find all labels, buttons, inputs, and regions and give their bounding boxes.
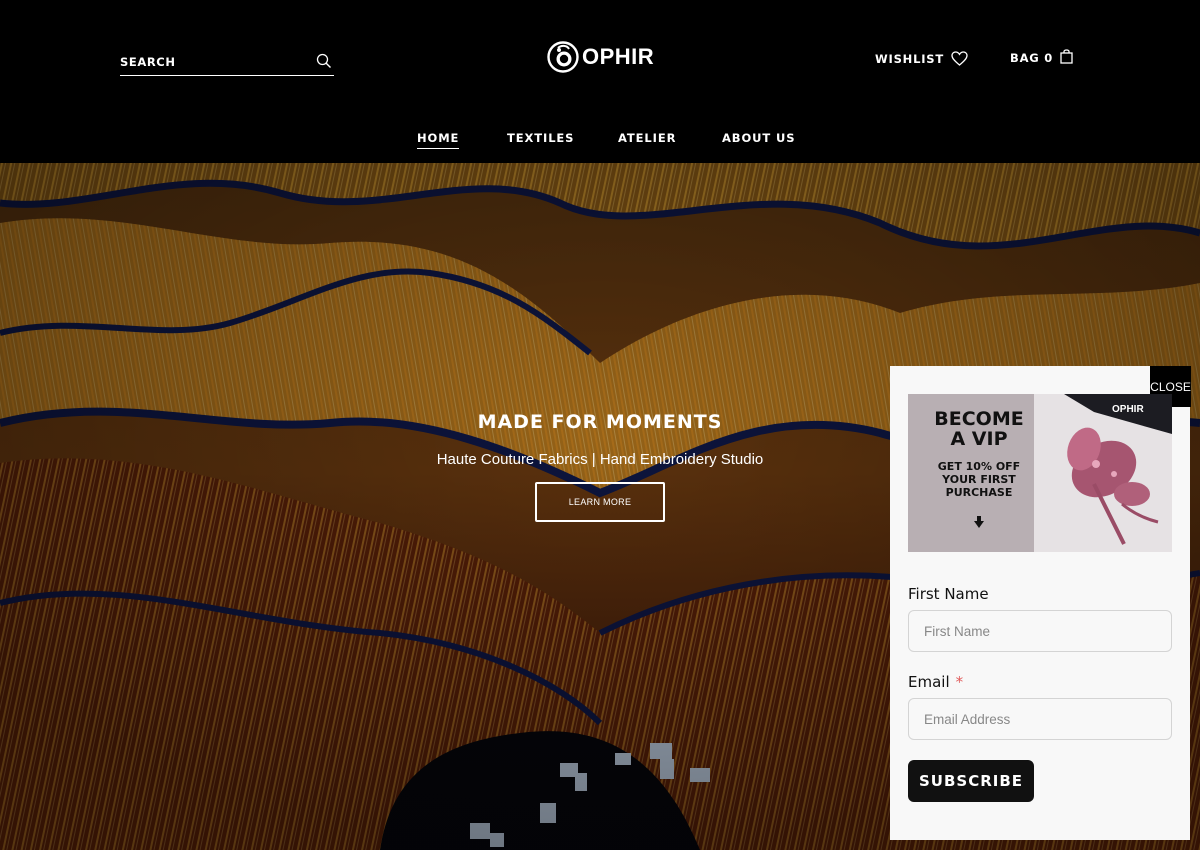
bag-label: BAG 0 [1010, 51, 1054, 65]
nav-item-home[interactable]: HOME [417, 131, 460, 149]
site-header: OPHIR WISHLIST BAG 0 HOME TEXTILES ATELI… [0, 0, 1200, 163]
required-asterisk: * [955, 673, 964, 691]
svg-text:OPHIR: OPHIR [1112, 404, 1144, 415]
search-icon[interactable] [316, 53, 332, 69]
promo-offer-text: GET 10% OFF YOUR FIRST PURCHASE [937, 460, 1021, 499]
first-name-field[interactable] [908, 610, 1172, 652]
shopping-bag-icon [1060, 48, 1073, 64]
logo-mark-icon [547, 41, 579, 73]
subscribe-button[interactable]: SUBSCRIBE [908, 760, 1034, 802]
arrow-down-icon [974, 516, 984, 528]
first-name-label: First Name [908, 585, 989, 603]
wishlist-label: WISHLIST [875, 51, 945, 66]
nav-item-about-us[interactable]: ABOUT US [722, 131, 795, 148]
logo[interactable]: OPHIR [547, 41, 654, 73]
logo-text: OPHIR [582, 44, 655, 69]
search-input[interactable] [120, 50, 305, 74]
email-label: Email * [908, 673, 964, 691]
vip-promo-banner: BECOME A VIP GET 10% OFF YOUR FIRST PURC… [908, 394, 1172, 552]
learn-more-button[interactable]: LEARN MORE [535, 482, 665, 522]
bag-link[interactable]: BAG 0 [1010, 48, 1073, 65]
promo-headline: BECOME A VIP [934, 408, 1024, 450]
embroidered-flower-image: OPHIR [1034, 394, 1172, 552]
vip-signup-popup: CLOSE BECOME A VIP GET 10% OFF YOUR FIRS… [890, 366, 1191, 840]
search-bar [120, 50, 334, 76]
heart-icon [951, 51, 968, 66]
wishlist-link[interactable]: WISHLIST [875, 51, 968, 66]
nav-item-atelier[interactable]: ATELIER [618, 131, 676, 148]
nav-item-textiles[interactable]: TEXTILES [507, 131, 574, 148]
main-nav: HOME TEXTILES ATELIER ABOUT US [0, 131, 1200, 151]
email-field[interactable] [908, 698, 1172, 740]
